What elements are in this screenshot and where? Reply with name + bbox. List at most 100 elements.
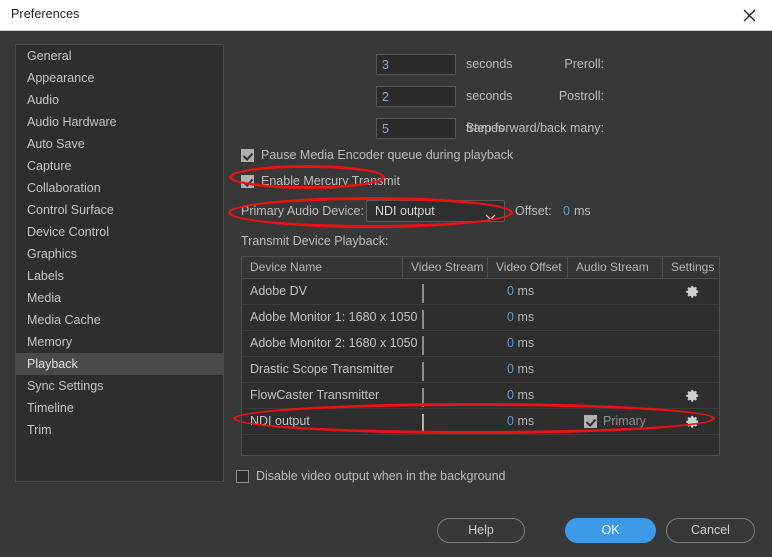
video-offset-cell[interactable]: 0 ms <box>507 279 534 304</box>
pause-media-encoder-row[interactable]: Pause Media Encoder queue during playbac… <box>241 148 513 162</box>
video-stream-checkbox[interactable] <box>422 414 424 433</box>
audio-stream-label: Primary <box>603 414 647 428</box>
table-row[interactable]: Adobe Monitor 2: 1680 x 1050 0 ms <box>242 331 719 357</box>
video-offset-cell[interactable]: 0 ms <box>507 305 534 330</box>
chevron-down-icon <box>485 208 496 226</box>
step-frames-unit: frames <box>466 121 505 135</box>
sidebar-item-playback[interactable]: Playback <box>16 353 223 375</box>
video-stream-cell[interactable] <box>422 414 424 433</box>
sidebar-item-timeline[interactable]: Timeline <box>16 397 223 419</box>
video-stream-checkbox[interactable] <box>422 336 424 355</box>
video-offset-unit: ms <box>517 336 535 350</box>
video-stream-cell[interactable] <box>422 310 424 329</box>
gear-icon[interactable] <box>685 414 700 429</box>
sidebar-item-label: Media Cache <box>27 313 101 327</box>
sidebar-item-appearance[interactable]: Appearance <box>16 67 223 89</box>
table-column-header[interactable]: Video Stream <box>402 257 487 278</box>
sidebar-item-label: Trim <box>27 423 52 437</box>
gear-icon[interactable] <box>685 284 700 299</box>
device-name-cell: FlowCaster Transmitter <box>250 388 380 402</box>
pause-media-encoder-label: Pause Media Encoder queue during playbac… <box>261 148 514 162</box>
video-stream-checkbox[interactable] <box>422 362 424 381</box>
transmit-device-playback-label: Transmit Device Playback: <box>241 234 389 248</box>
sidebar-item-memory[interactable]: Memory <box>16 331 223 353</box>
sidebar-item-media[interactable]: Media <box>16 287 223 309</box>
primary-audio-offset-label: Offset: <box>515 204 552 218</box>
sidebar-item-graphics[interactable]: Graphics <box>16 243 223 265</box>
disable-video-output-row[interactable]: Disable video output when in the backgro… <box>236 469 505 483</box>
sidebar-item-device-control[interactable]: Device Control <box>16 221 223 243</box>
sidebar-item-audio[interactable]: Audio <box>16 89 223 111</box>
enable-mercury-transmit-checkbox[interactable] <box>241 174 254 188</box>
sidebar-item-capture[interactable]: Capture <box>16 155 223 177</box>
preferences-category-list[interactable]: General Appearance Audio Audio Hardware Auto… <box>15 44 224 482</box>
audio-stream-checkbox[interactable] <box>584 415 597 428</box>
primary-audio-device-select[interactable]: NDI output <box>366 200 505 222</box>
sidebar-item-audio-hardware[interactable]: Audio Hardware <box>16 111 223 133</box>
sidebar-item-label: Graphics <box>27 247 78 261</box>
window-title: Preferences <box>11 7 80 21</box>
ok-button[interactable]: OK <box>565 518 656 543</box>
sidebar-item-label: Timeline <box>27 401 74 415</box>
video-offset-cell[interactable]: 0 ms <box>507 357 534 382</box>
sidebar-item-media-cache[interactable]: Media Cache <box>16 309 223 331</box>
enable-mercury-transmit-row[interactable]: Enable Mercury Transmit <box>241 174 400 188</box>
sidebar-item-control-surface[interactable]: Control Surface <box>16 199 223 221</box>
postroll-input[interactable] <box>376 86 456 107</box>
audio-stream-cell[interactable]: Primary <box>584 415 646 428</box>
table-row[interactable]: FlowCaster Transmitter 0 ms <box>242 383 719 409</box>
sidebar-item-label: Appearance <box>27 71 95 85</box>
disable-video-output-label: Disable video output when in the backgro… <box>256 469 506 483</box>
sidebar-item-label: Playback <box>27 357 78 371</box>
device-name-cell: Adobe DV <box>250 284 307 298</box>
preroll-unit: seconds <box>466 57 513 71</box>
table-column-header[interactable]: Settings <box>662 257 719 278</box>
video-offset-value: 0 <box>507 284 514 298</box>
video-stream-cell[interactable] <box>422 336 424 355</box>
video-stream-checkbox[interactable] <box>422 388 424 407</box>
table-column-header[interactable]: Video Offset <box>487 257 567 278</box>
field-preroll-label: Preroll: <box>564 57 604 71</box>
sidebar-item-auto-save[interactable]: Auto Save <box>16 133 223 155</box>
gear-icon[interactable] <box>685 388 700 403</box>
preroll-input[interactable] <box>376 54 456 75</box>
table-row[interactable]: Adobe DV 0 ms <box>242 279 719 305</box>
video-stream-cell[interactable] <box>422 284 424 303</box>
playback-settings-panel: Preroll: seconds Postroll: seconds Step … <box>236 44 756 504</box>
table-row[interactable]: Drastic Scope Transmitter 0 ms <box>242 357 719 383</box>
primary-audio-offset-value[interactable]: 0 <box>563 204 570 218</box>
video-stream-cell[interactable] <box>422 362 424 381</box>
video-stream-checkbox[interactable] <box>422 284 424 303</box>
sidebar-item-general[interactable]: General <box>16 45 223 67</box>
video-stream-cell[interactable] <box>422 388 424 407</box>
sidebar-item-label: Memory <box>27 335 73 349</box>
sidebar-item-labels[interactable]: Labels <box>16 265 223 287</box>
dialog-button-bar: Help OK Cancel <box>0 518 772 557</box>
table-row[interactable]: NDI output 0 ms Primary <box>242 409 719 435</box>
cancel-button[interactable]: Cancel <box>666 518 755 543</box>
table-column-header[interactable]: Audio Stream <box>567 257 662 278</box>
video-offset-cell[interactable]: 0 ms <box>507 409 534 434</box>
sidebar-item-collaboration[interactable]: Collaboration <box>16 177 223 199</box>
video-offset-cell[interactable]: 0 ms <box>507 383 534 408</box>
video-offset-value: 0 <box>507 336 514 350</box>
table-row[interactable]: Adobe Monitor 1: 1680 x 1050 0 ms <box>242 305 719 331</box>
close-icon[interactable] <box>726 0 772 30</box>
help-button[interactable]: Help <box>437 518 525 543</box>
table-column-header[interactable]: Device Name <box>242 257 402 278</box>
sidebar-item-label: Labels <box>27 269 64 283</box>
table-header-row: Device Name Video Stream Video Offset Audio… <box>242 257 719 279</box>
sidebar-item-trim[interactable]: Trim <box>16 419 223 441</box>
sidebar-item-sync-settings[interactable]: Sync Settings <box>16 375 223 397</box>
video-offset-unit: ms <box>517 414 535 428</box>
video-offset-value: 0 <box>507 310 514 324</box>
sidebar-item-label: Audio <box>27 93 59 107</box>
table-body: Adobe DV 0 ms Adobe Monitor 1: 1680 x 1050… <box>242 279 719 435</box>
pause-media-encoder-checkbox[interactable] <box>241 148 254 162</box>
disable-video-output-checkbox[interactable] <box>236 469 249 483</box>
primary-audio-device-label: Primary Audio Device: <box>241 204 364 218</box>
step-frames-input[interactable] <box>376 118 456 139</box>
sidebar-item-label: General <box>27 49 72 63</box>
video-stream-checkbox[interactable] <box>422 310 424 329</box>
video-offset-cell[interactable]: 0 ms <box>507 331 534 356</box>
